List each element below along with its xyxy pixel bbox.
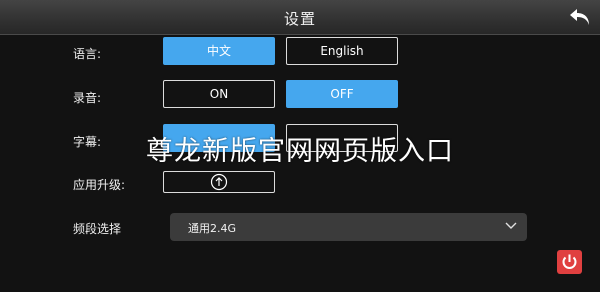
upgrade-button[interactable] <box>163 171 275 193</box>
chevron-down-icon <box>505 222 517 229</box>
language-english-button[interactable]: English <box>286 37 398 65</box>
upload-circle-icon <box>210 173 228 191</box>
band-select[interactable]: 通用2.4G <box>170 213 527 241</box>
recording-off-button[interactable]: OFF <box>286 80 398 108</box>
subtitle-label: 字幕: <box>73 135 102 149</box>
upgrade-label: 应用升级: <box>73 178 126 192</box>
band-value: 通用2.4G <box>188 222 237 235</box>
page-title: 设置 <box>283 10 316 28</box>
power-button[interactable] <box>557 250 582 274</box>
power-icon <box>562 254 577 269</box>
subtitle-off-button[interactable] <box>286 124 398 152</box>
back-arrow-icon <box>570 9 589 25</box>
back-button[interactable] <box>568 6 592 28</box>
subtitle-on-button[interactable] <box>163 124 275 152</box>
language-label: 语言: <box>73 47 102 61</box>
settings-screen: 设置 语言: 中文 English 录音: ON OFF 字幕: 应用升级: 频… <box>0 0 600 292</box>
recording-label: 录音: <box>73 91 102 105</box>
recording-on-button[interactable]: ON <box>163 80 275 108</box>
band-label: 频段选择 <box>73 222 122 236</box>
title-bar: 设置 <box>0 0 600 35</box>
language-chinese-button[interactable]: 中文 <box>163 37 275 65</box>
